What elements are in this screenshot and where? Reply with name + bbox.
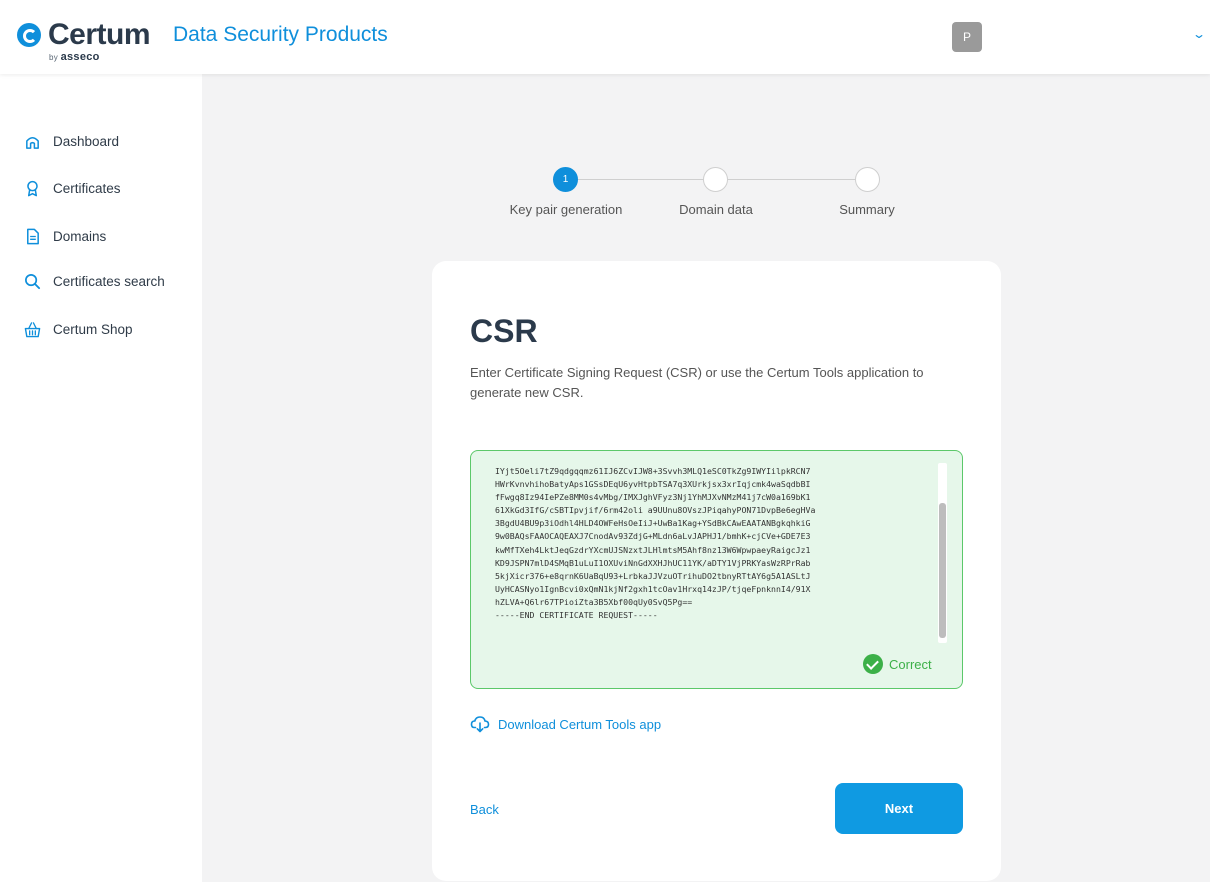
stepper-line — [716, 179, 868, 180]
sidebar-item-domains[interactable]: Domains — [24, 224, 106, 248]
logo-by: by — [49, 53, 59, 62]
logo-text[interactable]: Certum — [48, 18, 151, 52]
step-label-key-pair: Key pair generation — [509, 202, 623, 217]
validation-label: Correct — [889, 656, 932, 672]
cloud-download-icon — [470, 716, 490, 733]
step-indicator-key-pair: 1 — [553, 167, 578, 192]
back-button[interactable]: Back — [470, 802, 499, 817]
logo-company: asseco — [60, 51, 100, 63]
step-label-summary: Summary — [839, 202, 895, 217]
user-avatar[interactable]: P — [952, 22, 982, 52]
sidebar-item-label: Certificates — [53, 180, 121, 196]
document-icon — [27, 228, 39, 244]
sidebar: Dashboard Certificates Domains Certifica… — [0, 74, 202, 882]
step-indicator-domain-data — [703, 167, 728, 192]
next-button[interactable]: Next — [835, 783, 963, 834]
page-title: CSR — [470, 313, 538, 349]
csr-textarea[interactable]: IYjt5Oeli7tZ9qdgqqmz61IJ6ZCvIJW8+3Svvh3M… — [470, 450, 963, 689]
logo-byline: by asseco — [49, 51, 100, 63]
sidebar-item-label: Certum Shop — [53, 321, 133, 337]
step-label-domain-data: Domain data — [679, 202, 753, 217]
check-circle-icon — [863, 654, 883, 674]
certum-logo-icon[interactable] — [17, 23, 41, 47]
chevron-down-icon[interactable]: ⌄ — [1192, 27, 1206, 41]
csr-card: CSR Enter Certificate Signing Request (C… — [432, 261, 1001, 881]
sidebar-item-dashboard[interactable]: Dashboard — [24, 129, 119, 153]
sidebar-item-label: Domains — [53, 228, 107, 244]
csr-description: Enter Certificate Signing Request (CSR) … — [470, 365, 924, 400]
sidebar-item-label: Certificates search — [53, 273, 165, 289]
sidebar-item-certum-shop[interactable]: Certum Shop — [24, 317, 133, 341]
step-indicator-summary — [855, 167, 880, 192]
download-tools-link[interactable]: Download Certum Tools app — [470, 715, 661, 733]
scrollbar[interactable] — [938, 463, 947, 643]
download-link-label: Download Certum Tools app — [498, 716, 662, 732]
certificate-icon — [27, 180, 38, 196]
validation-status: Correct — [863, 654, 932, 674]
home-icon — [26, 136, 39, 149]
stepper-line — [566, 179, 716, 180]
sidebar-item-certificates[interactable]: Certificates — [24, 176, 121, 200]
search-icon — [25, 273, 41, 289]
sidebar-item-certificates-search[interactable]: Certificates search — [24, 269, 165, 293]
sidebar-item-label: Dashboard — [53, 133, 120, 149]
top-header: Certum by asseco Data Security Products … — [0, 0, 1210, 74]
product-name: Data Security Products — [173, 23, 388, 46]
scrollbar-thumb[interactable] — [939, 503, 946, 638]
basket-icon — [24, 321, 41, 337]
csr-text-value[interactable]: IYjt5Oeli7tZ9qdgqqmz61IJ6ZCvIJW8+3Svvh3M… — [495, 465, 925, 622]
